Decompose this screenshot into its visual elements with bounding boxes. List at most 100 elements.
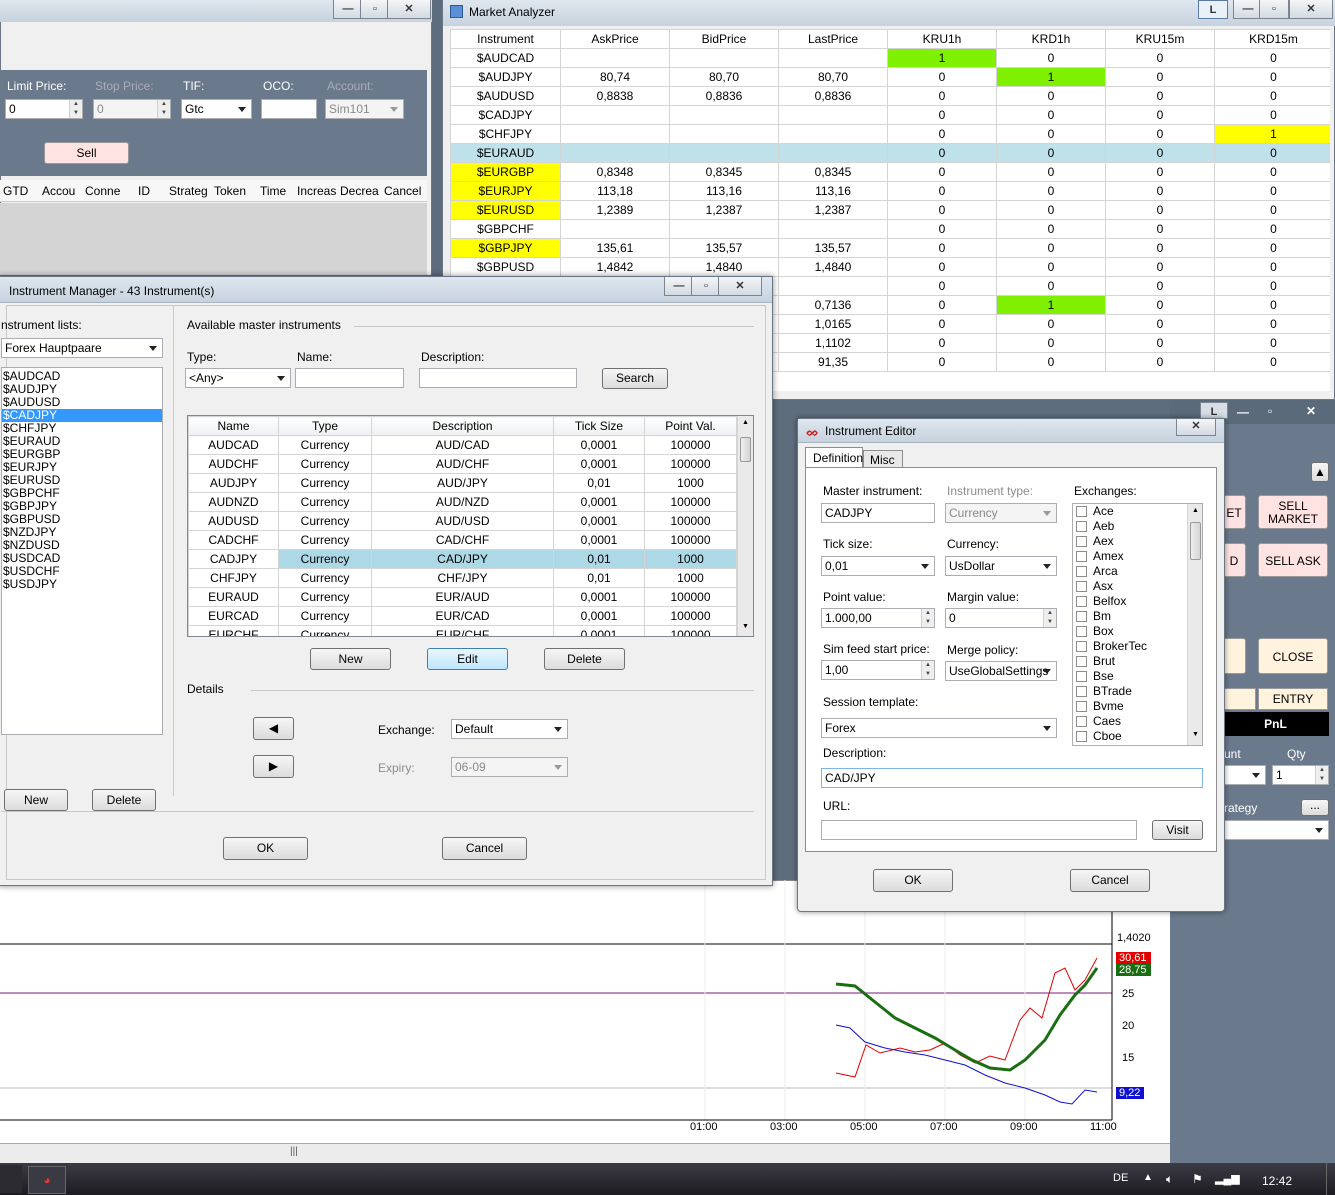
- minimize-icon[interactable]: —: [664, 277, 694, 296]
- qty-input[interactable]: 1 ▲ ▼: [1272, 765, 1329, 785]
- checkbox[interactable]: [1076, 626, 1087, 637]
- point-value-spinner[interactable]: ▲ ▼: [921, 609, 934, 627]
- merge-policy-select[interactable]: UseGlobalSettings: [945, 661, 1057, 681]
- maximize-icon[interactable]: ▫: [360, 0, 390, 19]
- collapse-button[interactable]: ▲: [1311, 462, 1329, 482]
- instrument-type-select[interactable]: Currency: [945, 503, 1057, 523]
- exchange-item[interactable]: Bm: [1076, 609, 1202, 624]
- col-header[interactable]: Instrument: [450, 29, 561, 49]
- exchange-item[interactable]: Arca: [1076, 564, 1202, 579]
- table-row[interactable]: $GBPJPY 135,61 135,57 135,57 0 0 0 0: [450, 238, 1330, 258]
- list-delete-button[interactable]: Delete: [92, 789, 156, 811]
- table-row[interactable]: AUDJPY Currency AUD/JPY 0,01 1000: [188, 473, 737, 493]
- description-input[interactable]: [419, 368, 577, 388]
- search-button[interactable]: Search: [602, 368, 668, 389]
- table-row[interactable]: $GBPUSD 1,4842 1,4840 1,4840 0 0 0 0: [450, 257, 1330, 277]
- list-item[interactable]: $USDJPY: [2, 578, 162, 591]
- minimize-icon[interactable]: —: [333, 0, 363, 19]
- col-header[interactable]: Name: [188, 416, 279, 436]
- grid-delete-button[interactable]: Delete: [544, 648, 625, 670]
- url-input[interactable]: [821, 820, 1137, 840]
- table-row[interactable]: EURAUD Currency EUR/AUD 0,0001 100000: [188, 587, 737, 607]
- start-button[interactable]: [0, 1165, 22, 1193]
- margin-value-input[interactable]: 0 ▲ ▼: [945, 608, 1057, 628]
- checkbox[interactable]: [1076, 671, 1087, 682]
- exchange-item[interactable]: BTrade: [1076, 684, 1202, 699]
- oco-input[interactable]: [261, 99, 317, 119]
- clock[interactable]: 12:42: [1262, 1174, 1292, 1188]
- point-value-input[interactable]: 1.000,00 ▲ ▼: [821, 608, 935, 628]
- checkbox[interactable]: [1076, 536, 1087, 547]
- close-icon[interactable]: ✕: [1306, 404, 1316, 418]
- table-row[interactable]: $AUDJPY 80,74 80,70 80,70 0 1 0 0: [450, 67, 1330, 87]
- checkbox[interactable]: [1076, 596, 1087, 607]
- stop-price-input[interactable]: 0 ▲ ▼: [93, 99, 171, 119]
- col-header[interactable]: LastPrice: [778, 29, 888, 49]
- strategy-more-button[interactable]: ...: [1301, 799, 1329, 816]
- checkbox[interactable]: [1076, 506, 1087, 517]
- entry-frag[interactable]: [1222, 688, 1256, 710]
- exchange-item[interactable]: Aex: [1076, 534, 1202, 549]
- exchange-item[interactable]: Asx: [1076, 579, 1202, 594]
- col-header[interactable]: KRU15m: [1105, 29, 1215, 49]
- checkbox[interactable]: [1076, 686, 1087, 697]
- exchange-item[interactable]: Amex: [1076, 549, 1202, 564]
- close-button[interactable]: CLOSE: [1258, 638, 1328, 674]
- checkbox[interactable]: [1076, 566, 1087, 577]
- col-header[interactable]: KRD1h: [996, 29, 1106, 49]
- table-row[interactable]: $EURJPY 113,18 113,16 113,16 0 0 0 0: [450, 181, 1330, 201]
- taskbar-app-icon[interactable]: ◕: [28, 1166, 66, 1194]
- table-row[interactable]: AUDCHF Currency AUD/CHF 0,0001 100000: [188, 454, 737, 474]
- sell-market-button[interactable]: SELL MARKET: [1258, 495, 1328, 529]
- tab-misc[interactable]: Misc: [863, 450, 903, 468]
- maximize-icon[interactable]: ▫: [691, 277, 721, 296]
- col-header[interactable]: AskPrice: [560, 29, 670, 49]
- sell-market-frag[interactable]: ET: [1222, 495, 1246, 529]
- checkbox[interactable]: [1076, 656, 1087, 667]
- margin-value-spinner[interactable]: ▲ ▼: [1043, 609, 1056, 627]
- close-icon[interactable]: ✕: [1176, 419, 1216, 436]
- prev-arrow-button[interactable]: ◀: [253, 717, 294, 740]
- sell-button[interactable]: Sell: [44, 142, 129, 164]
- cancel-button[interactable]: Cancel: [442, 837, 527, 860]
- tray-arrow-icon[interactable]: ▲: [1143, 1172, 1153, 1183]
- exchanges-list[interactable]: Ace Aeb Aex Amex Arca Asx Belfox Bm Box BrokerTec…: [1072, 503, 1203, 746]
- table-row[interactable]: AUDUSD Currency AUD/USD 0,0001 100000: [188, 511, 737, 531]
- exchange-item[interactable]: Aeb: [1076, 519, 1202, 534]
- grid-edit-button[interactable]: Edit: [427, 648, 508, 670]
- table-row[interactable]: EURCAD Currency EUR/CAD 0,0001 100000: [188, 606, 737, 626]
- grid-new-button[interactable]: New: [310, 648, 391, 670]
- exchange-select[interactable]: Default: [451, 719, 568, 739]
- master-instrument-input[interactable]: CADJPY: [821, 503, 935, 523]
- description-input[interactable]: CAD/JPY: [821, 768, 1203, 788]
- strategy-select[interactable]: [1222, 820, 1329, 840]
- table-row[interactable]: CHFJPY Currency CHF/JPY 0,01 1000: [188, 568, 737, 588]
- account-select[interactable]: Sim101: [325, 99, 404, 119]
- col-header[interactable]: BidPrice: [669, 29, 779, 49]
- tab-definition[interactable]: Definition: [805, 447, 863, 468]
- exchange-item[interactable]: Ace: [1076, 504, 1202, 519]
- volume-icon[interactable]: 🔈︎: [1166, 1172, 1173, 1187]
- col-header[interactable]: Type: [278, 416, 372, 436]
- checkbox[interactable]: [1076, 581, 1087, 592]
- reverse-frag-button[interactable]: [1222, 638, 1246, 674]
- minimize-icon[interactable]: —: [1237, 405, 1249, 419]
- table-row[interactable]: $CADJPY 0 0 0 0: [450, 105, 1330, 125]
- instrument-list-select[interactable]: Forex Hauptpaare: [1, 338, 163, 358]
- limit-price-input[interactable]: 0 ▲ ▼: [5, 99, 83, 119]
- maximize-icon[interactable]: ▫: [1268, 404, 1272, 418]
- right-l-button[interactable]: L: [1200, 402, 1228, 419]
- language-indicator[interactable]: DE: [1113, 1172, 1128, 1184]
- currency-select[interactable]: UsDollar: [945, 556, 1057, 576]
- table-row[interactable]: $CHFJPY 0 0 0 1: [450, 124, 1330, 144]
- show-desktop-button[interactable]: [1326, 1163, 1335, 1195]
- session-template-select[interactable]: Forex: [821, 718, 1057, 738]
- table-row[interactable]: $EURUSD 1,2389 1,2387 1,2387 0 0 0 0: [450, 200, 1330, 220]
- expiry-select[interactable]: 06-09: [451, 757, 568, 777]
- table-row[interactable]: $GBPCHF 0 0 0 0: [450, 219, 1330, 239]
- grid-scrollbar[interactable]: ▲ ▼: [737, 416, 753, 636]
- checkbox[interactable]: [1076, 551, 1087, 562]
- exchange-item[interactable]: Caes: [1076, 714, 1202, 729]
- exchange-item[interactable]: Brut: [1076, 654, 1202, 669]
- account-select-frag[interactable]: [1222, 765, 1266, 785]
